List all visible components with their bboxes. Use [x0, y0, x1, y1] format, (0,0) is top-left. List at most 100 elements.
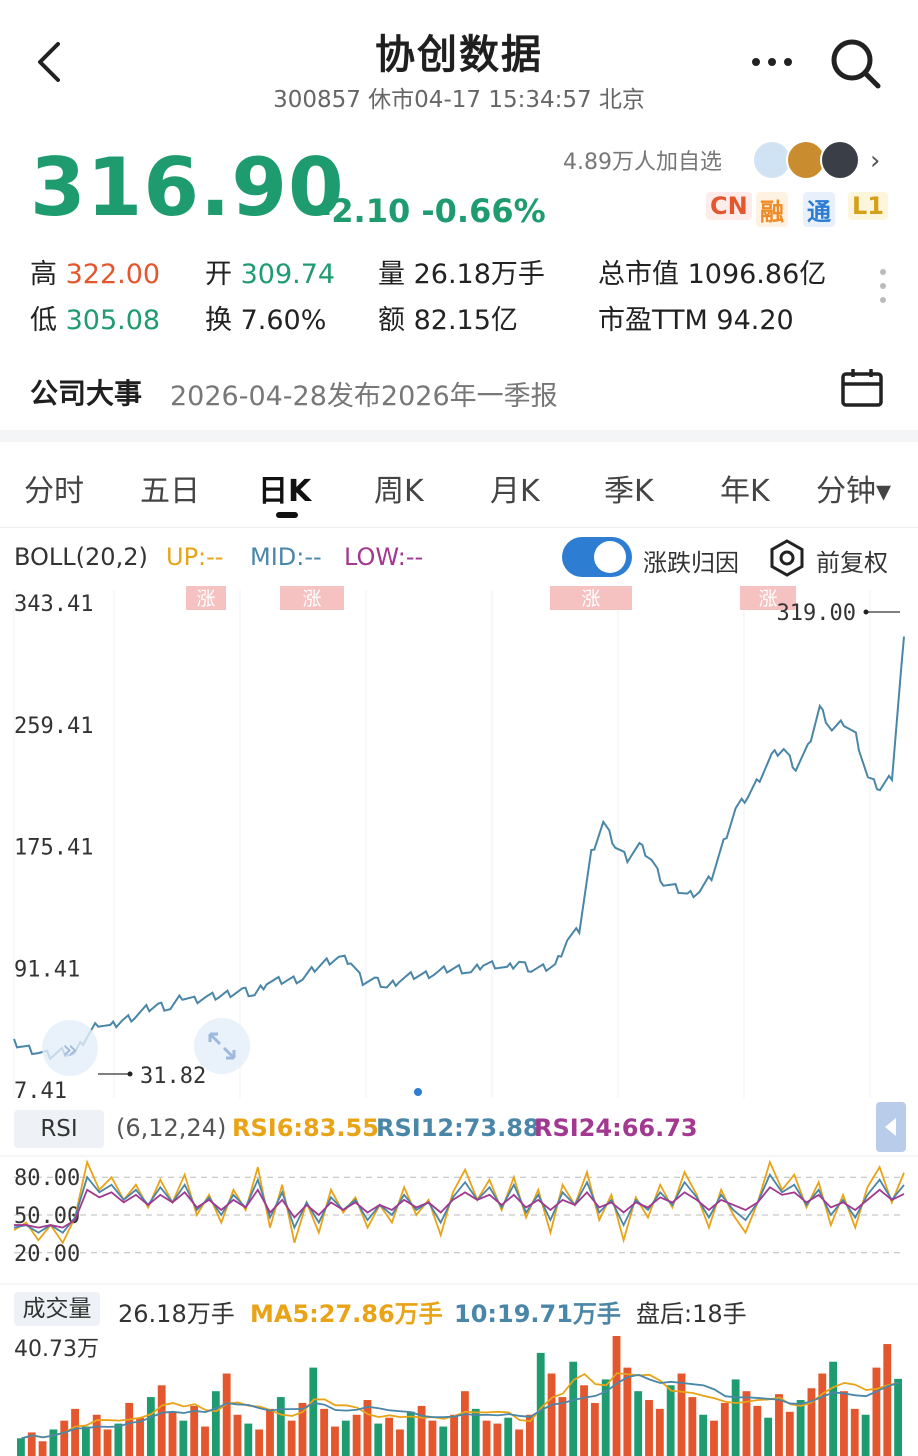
stat-low: 低 305.08 [30, 305, 161, 336]
tag-cn[interactable]: CN [706, 192, 752, 220]
volume-selector[interactable]: 成交量 [14, 1292, 100, 1326]
last-price: 316.90 [30, 141, 345, 234]
stat-market-cap: 总市值 1096.86亿 [598, 259, 827, 290]
adjust-mode-label[interactable]: 前复权 [816, 543, 888, 578]
divider [0, 527, 918, 528]
volume-bar [201, 1426, 209, 1456]
boll-mid: MID:-- [250, 543, 322, 571]
volume-bar [655, 1408, 664, 1456]
volume-bar [720, 1402, 729, 1456]
volume-bar [49, 1429, 58, 1456]
volume-bar [764, 1417, 773, 1456]
volume-bar [796, 1400, 805, 1456]
volume-bar [157, 1385, 166, 1456]
volume-bar [872, 1367, 881, 1456]
volume-bar [504, 1417, 513, 1456]
volume-bar [471, 1408, 480, 1456]
volume-bar [255, 1429, 264, 1456]
followers-count[interactable]: 4.89万人加自选 [563, 144, 722, 176]
more-icon [752, 58, 792, 66]
volume-ma10: 10:19.71万手 [454, 1300, 621, 1328]
volume-bar [266, 1408, 274, 1456]
volume-bar [38, 1441, 47, 1456]
price-tick-label: 91.41 [14, 957, 80, 982]
volume-bar [233, 1414, 242, 1456]
volume-bar [136, 1417, 144, 1456]
volume-bar [569, 1361, 578, 1456]
volume-bar [320, 1408, 329, 1456]
volume-bar [590, 1402, 599, 1456]
tab-minute[interactable]: 分钟▾ [816, 466, 891, 510]
price-line [13, 636, 905, 1061]
collapse-indicator-button[interactable] [876, 1102, 906, 1152]
volume-bar [331, 1426, 339, 1456]
boll-name[interactable]: BOLL(20,2) [14, 543, 148, 571]
volume-bar [699, 1414, 708, 1456]
stat-turnover: 换 7.60% [205, 305, 327, 336]
tab-indicator [276, 512, 298, 518]
volume-bar [666, 1385, 675, 1456]
tab-five-day[interactable]: 五日 [140, 466, 200, 510]
volume-bar [396, 1429, 404, 1456]
search-button[interactable] [828, 36, 884, 92]
follower-avatars[interactable] [752, 140, 860, 180]
volume-bar [222, 1373, 231, 1456]
stat-high: 高 322.00 [30, 259, 161, 290]
tag-connect[interactable]: 通 [803, 192, 835, 227]
tab-yearly-k[interactable]: 年K [720, 466, 770, 510]
rise-marker-label: 涨 [302, 588, 321, 610]
volume-bar [168, 1411, 177, 1456]
volume-bar [352, 1414, 361, 1456]
expand-chart-button [194, 1018, 250, 1074]
volume-bar [406, 1411, 415, 1456]
price-tick-label: 7.41 [14, 1079, 67, 1104]
volume-bar [287, 1420, 296, 1456]
tab-weekly-k[interactable]: 周K [374, 466, 424, 510]
tag-level1[interactable]: L1 [848, 192, 888, 220]
volume-bar [515, 1429, 523, 1456]
more-button[interactable] [748, 48, 796, 76]
volume-bar [461, 1391, 469, 1456]
attribution-label: 涨跌归因 [643, 549, 739, 577]
volume-bar [482, 1420, 491, 1456]
volume-bar [341, 1420, 350, 1456]
high-price-label: 319.00 [777, 601, 856, 626]
page-indicator-dot [414, 1088, 422, 1096]
rsi-selector[interactable]: RSI [14, 1110, 104, 1148]
expand-stats-icon[interactable] [878, 268, 888, 308]
chevron-right-icon[interactable]: › [870, 146, 880, 176]
price-tick-label: 259.41 [14, 714, 93, 739]
volume-bar [710, 1420, 718, 1456]
calendar-icon [841, 369, 883, 407]
tab-quarterly-k[interactable]: 季K [604, 466, 654, 510]
event-text[interactable]: 2026-04-28发布2026年一季报 [170, 374, 558, 413]
double-chevron-icon: » [62, 1035, 78, 1065]
tab-daily-k[interactable]: 日K [258, 466, 311, 510]
volume-bar [374, 1423, 383, 1456]
stock-status: 300857 休市04-17 15:34:57 北京 [273, 87, 645, 113]
volume-bar [547, 1373, 556, 1456]
volume-bar [775, 1394, 783, 1456]
volume-bar [850, 1408, 859, 1456]
event-label: 公司大事 [30, 377, 143, 410]
volume-bar [829, 1361, 838, 1456]
volume-bar [428, 1420, 437, 1456]
calendar-button[interactable] [840, 368, 884, 408]
volume-bar [645, 1400, 653, 1456]
boll-low: LOW:-- [344, 543, 424, 571]
volume-bar [439, 1426, 448, 1456]
triangle-left-icon [885, 1118, 896, 1136]
stat-volume: 量 26.18万手 [378, 259, 545, 290]
tab-intraday[interactable]: 分时 [24, 466, 84, 510]
volume-bar [558, 1397, 567, 1456]
volume-bar [60, 1420, 69, 1456]
volume-bar [103, 1429, 112, 1456]
tab-monthly-k[interactable]: 月K [490, 466, 540, 510]
tag-margin[interactable]: 融 [756, 192, 788, 227]
settings-icon[interactable] [768, 539, 806, 577]
section-divider [0, 430, 918, 442]
rise-marker-label: 涨 [758, 588, 777, 610]
price-tick-label: 175.41 [14, 836, 93, 861]
volume-bar [753, 1405, 762, 1456]
volume-bar [731, 1379, 740, 1456]
